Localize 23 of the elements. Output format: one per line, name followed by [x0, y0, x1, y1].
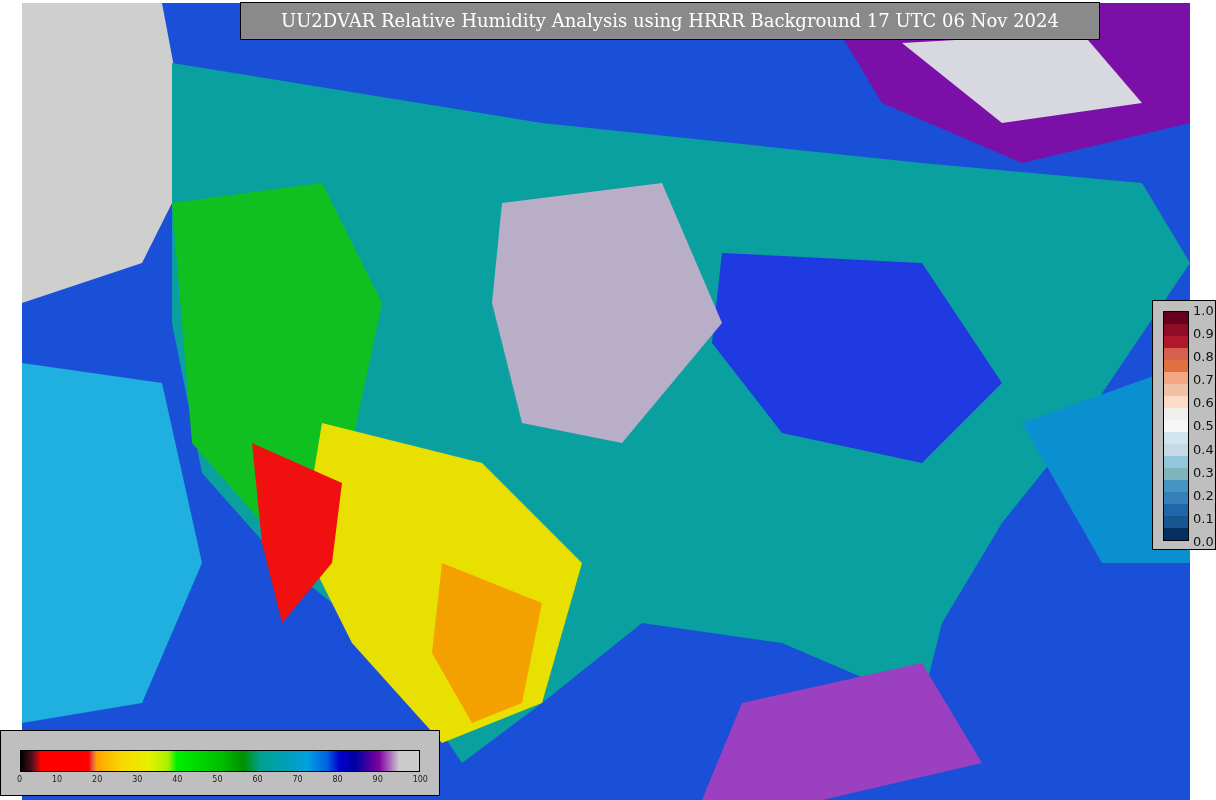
tick-label: 0.4 [1193, 441, 1214, 457]
tick-label: 0.3 [1193, 464, 1214, 480]
tick-label: 0.0 [1193, 533, 1214, 549]
tick-label: 30 [132, 775, 143, 784]
tick-label: 50 [212, 775, 223, 784]
map-title: UU2DVAR Relative Humidity Analysis using HRRR Background 17 UTC 06 Nov 2024 [240, 2, 1100, 40]
tick-label: 10 [52, 775, 63, 784]
tick-label: 90 [372, 775, 383, 784]
tick-label: 60 [252, 775, 263, 784]
tick-label: 20 [92, 775, 103, 784]
tick-label: 0.8 [1193, 349, 1214, 365]
tick-label: 0.1 [1193, 510, 1214, 526]
tick-label: 40 [172, 775, 183, 784]
tick-label: 1.0 [1193, 303, 1214, 318]
tick-label: 0.5 [1193, 418, 1214, 434]
tick-label: 0 [17, 775, 23, 784]
tick-label: 100 [412, 775, 428, 784]
tick-label: 0.9 [1193, 326, 1214, 342]
tick-label: 0.2 [1193, 487, 1214, 503]
tick-label: 70 [292, 775, 303, 784]
tick-label: 0.6 [1193, 395, 1214, 411]
tick-label: 80 [332, 775, 343, 784]
tick-label: 0.7 [1193, 372, 1214, 388]
